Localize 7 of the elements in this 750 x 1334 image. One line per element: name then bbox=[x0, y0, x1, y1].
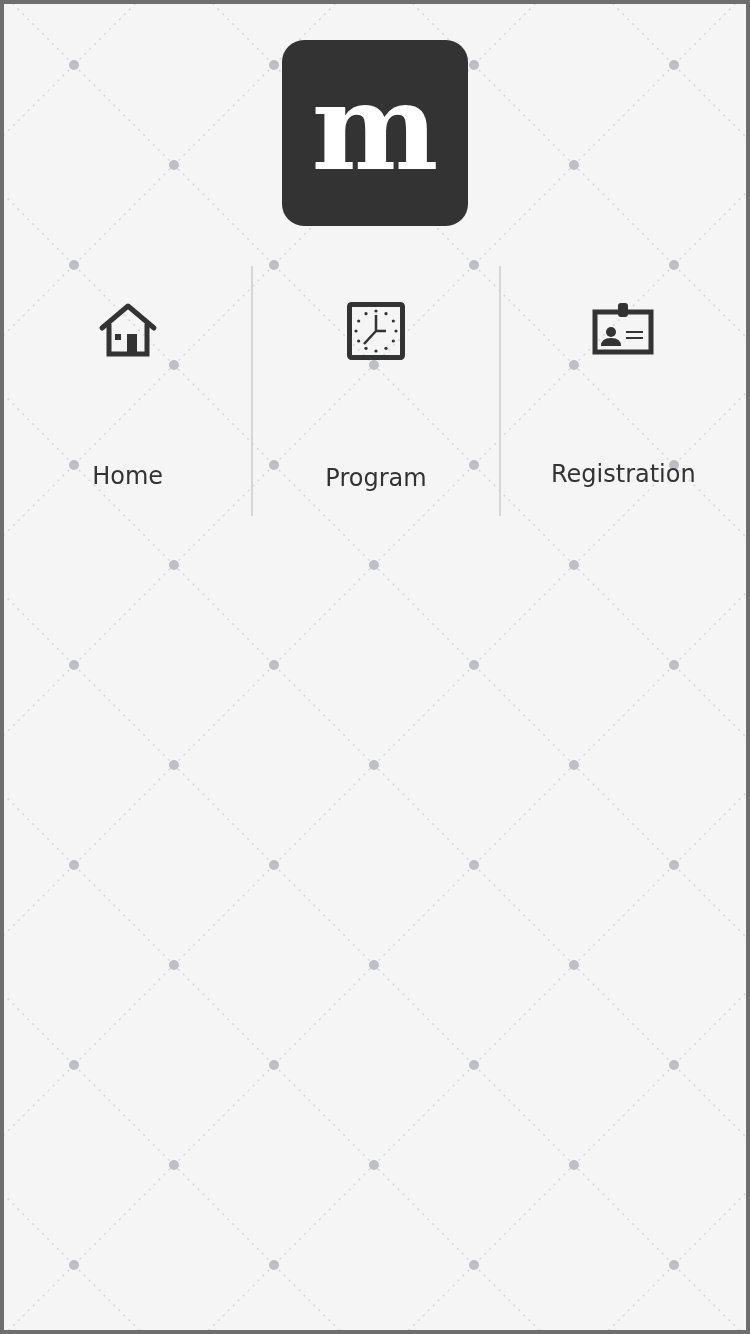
logo: m bbox=[282, 40, 468, 226]
house-icon bbox=[97, 302, 158, 358]
nav-item[interactable]: Home bbox=[4, 266, 252, 516]
nav-item[interactable]: Registration bbox=[498, 266, 746, 516]
id-card-icon bbox=[592, 302, 655, 356]
nav-item[interactable]: Program bbox=[251, 266, 499, 516]
clock-icon bbox=[347, 302, 405, 360]
